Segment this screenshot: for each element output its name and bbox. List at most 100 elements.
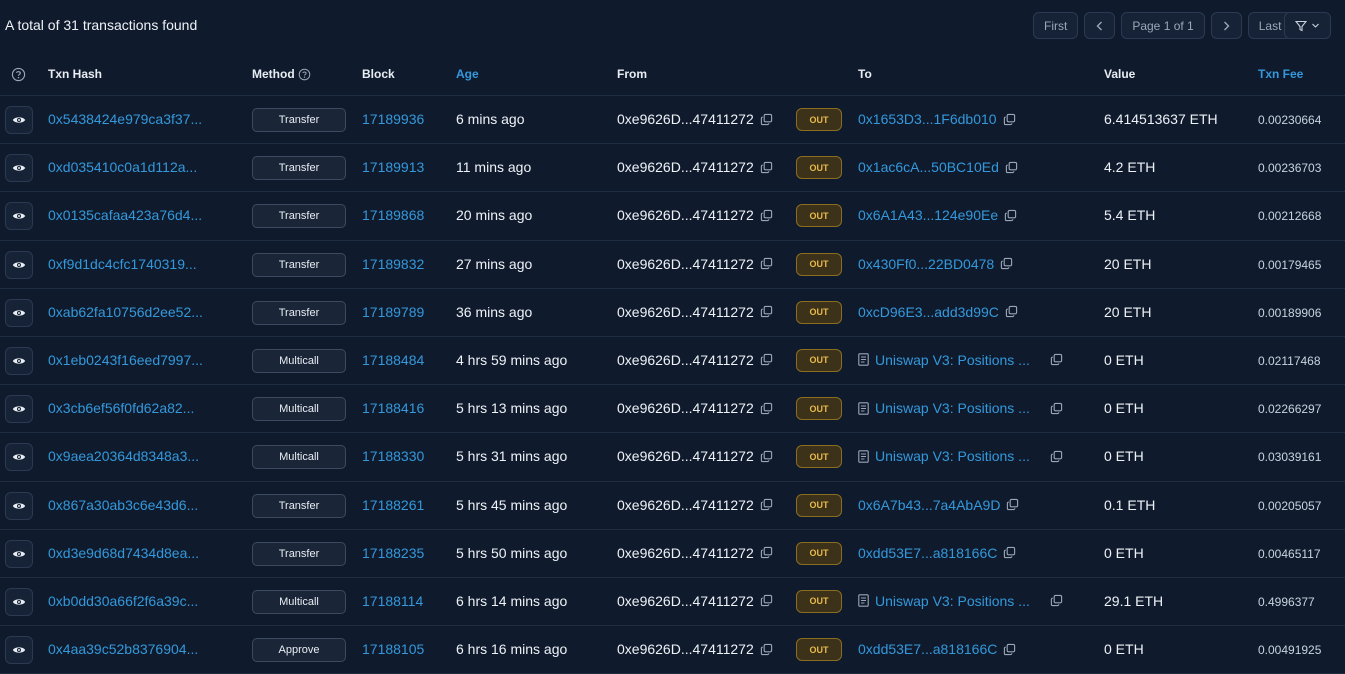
copy-icon[interactable] [1004,209,1017,222]
table-row: 0x4aa39c52b8376904... Approve 17188105 6… [0,626,1345,674]
copy-icon[interactable] [1050,450,1063,463]
help-icon[interactable] [11,67,26,82]
txn-hash-link[interactable]: 0xf9d1dc4cfc1740319... [48,256,208,272]
txn-hash-link[interactable]: 0xb0dd30a66f2f6a39c... [48,593,208,609]
block-link[interactable]: 17188105 [362,641,424,657]
filter-button[interactable] [1284,12,1331,39]
txn-hash-link[interactable]: 0x9aea20364d8348a3... [48,448,208,464]
to-address-link[interactable]: 0xdd53E7...a818166C [858,641,997,657]
preview-button[interactable] [5,443,33,472]
to-address-link[interactable]: Uniswap V3: Positions ... [875,352,1030,368]
block-link[interactable]: 17188114 [362,593,423,609]
preview-button[interactable] [5,298,33,327]
copy-icon[interactable] [760,257,773,270]
preview-button[interactable] [5,202,33,231]
preview-button[interactable] [5,395,33,424]
col-value: Value [1104,67,1136,81]
col-age-toggle[interactable]: Age [456,67,479,81]
to-address: 0xdd53E7...a818166C [858,545,1016,561]
copy-icon[interactable] [1000,257,1013,270]
copy-icon[interactable] [1050,353,1063,366]
copy-icon[interactable] [760,353,773,366]
preview-button[interactable] [5,491,33,520]
copy-icon[interactable] [1006,498,1019,511]
preview-button[interactable] [5,587,33,616]
block-link[interactable]: 17188261 [362,497,424,513]
copy-icon[interactable] [760,113,773,126]
eye-icon [12,358,26,364]
next-page-button[interactable] [1210,12,1242,39]
method-badge: Transfer [252,204,346,229]
copy-icon[interactable] [1003,113,1016,126]
copy-icon[interactable] [760,594,773,607]
method-badge: Multicall [252,348,346,373]
copy-icon[interactable] [760,450,773,463]
preview-button[interactable] [5,636,33,665]
to-address-link[interactable]: 0x1653D3...1F6db010 [858,111,997,127]
preview-button[interactable] [5,539,33,568]
txn-hash-link[interactable]: 0xd035410c0a1d112a... [48,159,208,175]
preview-button[interactable] [5,346,33,375]
to-address: 0x6A1A43...124e90Ee [858,207,1017,223]
copy-icon[interactable] [1003,643,1016,656]
block-link[interactable]: 17188484 [362,352,424,368]
copy-icon[interactable] [760,643,773,656]
to-address-link[interactable]: Uniswap V3: Positions ... [875,593,1030,609]
block-link[interactable]: 17188416 [362,400,424,416]
to-address-link[interactable]: 0xcD96E3...add3d99C [858,304,999,320]
copy-icon[interactable] [1003,546,1016,559]
from-address: 0xe9626D...47411272 [617,207,773,223]
prev-page-button[interactable] [1084,12,1116,39]
txn-hash-link[interactable]: 0x3cb6ef56f0fd62a82... [48,400,208,416]
copy-icon[interactable] [1050,402,1063,415]
txn-hash-link[interactable]: 0x867a30ab3c6e43d6... [48,497,208,513]
to-address-link[interactable]: 0x430Ff0...22BD0478 [858,256,994,272]
to-address-link[interactable]: Uniswap V3: Positions ... [875,400,1030,416]
chevron-left-icon [1096,21,1102,30]
filter-dropdown[interactable] [1284,12,1331,40]
block-link[interactable]: 17188330 [362,448,424,464]
copy-icon[interactable] [760,498,773,511]
to-address-link[interactable]: 0x6A7b43...7a4AbA9D [858,497,1000,513]
copy-icon[interactable] [1005,305,1018,318]
to-address-link[interactable]: 0xdd53E7...a818166C [858,545,997,561]
txn-hash-link[interactable]: 0xd3e9d68d7434d8ea... [48,545,208,561]
block-link[interactable]: 17189913 [362,159,424,175]
copy-icon[interactable] [1005,161,1018,174]
txn-hash-link[interactable]: 0x1eb0243f16eed7997... [48,352,208,368]
to-address-link[interactable]: 0x1ac6cA...50BC10Ed [858,159,999,175]
copy-icon[interactable] [760,402,773,415]
from-address: 0xe9626D...47411272 [617,593,773,609]
copy-icon[interactable] [760,546,773,559]
txn-fee-text: 0.00189906 [1258,305,1322,320]
preview-button[interactable] [5,250,33,279]
txn-hash-link[interactable]: 0x0135cafaa423a76d4... [48,207,208,223]
transactions-table-body: 0x5438424e979ca3f37... Transfer 17189936… [0,96,1345,674]
preview-button[interactable] [5,154,33,183]
block-link[interactable]: 17189868 [362,207,424,223]
txn-hash-link[interactable]: 0xab62fa10756d2ee52... [48,304,208,320]
age-text: 27 mins ago [456,255,533,272]
block-link[interactable]: 17188235 [362,545,424,561]
preview-button[interactable] [5,106,33,134]
copy-icon[interactable] [760,305,773,318]
col-txn-hash: Txn Hash [48,67,103,81]
txn-hash-link[interactable]: 0x5438424e979ca3f37... [48,111,208,127]
direction-badge: OUT [796,397,842,421]
col-txn-fee-toggle[interactable]: Txn Fee [1258,67,1303,81]
block-link[interactable]: 17189789 [362,304,424,320]
copy-icon[interactable] [1050,594,1063,607]
block-link[interactable]: 17189832 [362,256,424,272]
age-text: 20 mins ago [456,207,533,224]
txn-fee-text: 0.00236703 [1258,161,1322,176]
txn-hash-link[interactable]: 0x4aa39c52b8376904... [48,641,208,657]
info-icon[interactable] [298,68,311,81]
to-address-link[interactable]: 0x6A1A43...124e90Ee [858,207,998,223]
copy-icon[interactable] [760,209,773,222]
to-address-link[interactable]: Uniswap V3: Positions ... [875,448,1030,464]
copy-icon[interactable] [760,161,773,174]
block-link[interactable]: 17189936 [362,111,424,127]
first-page-button[interactable]: First [1033,12,1079,39]
from-address-text: 0xe9626D...47411272 [617,255,754,272]
table-row: 0xab62fa10756d2ee52... Transfer 17189789… [0,289,1345,337]
